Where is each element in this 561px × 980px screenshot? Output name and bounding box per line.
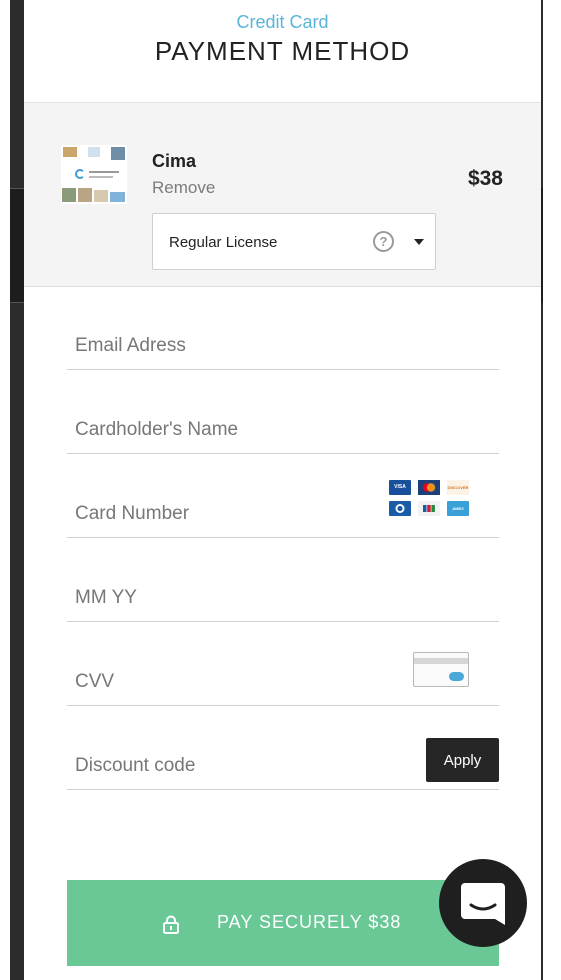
- jcb-card-icon: [418, 501, 440, 516]
- lock-icon: [163, 915, 179, 934]
- payment-modal: Credit Card PAYMENT METHOD Cima Remove $…: [24, 0, 541, 980]
- chevron-down-icon: [414, 239, 424, 245]
- pay-button-label: PAY SECURELY $38: [217, 912, 402, 932]
- remove-link[interactable]: Remove: [152, 178, 215, 198]
- product-price: $38: [467, 167, 503, 190]
- page-edge-right: [543, 0, 561, 980]
- card-brand-icons: VISA DISCOVER AMEX: [389, 480, 471, 520]
- chat-icon: [461, 883, 505, 925]
- license-select[interactable]: Regular License ?: [152, 213, 436, 270]
- backdrop-left-panel: [10, 188, 24, 303]
- cardholder-field-row: [67, 370, 499, 454]
- cvv-highlight: [449, 672, 464, 681]
- expiry-field[interactable]: [75, 587, 375, 609]
- page-title: PAYMENT METHOD: [154, 36, 411, 66]
- discover-card-icon: DISCOVER: [447, 480, 469, 495]
- product-thumbnail: [61, 145, 127, 204]
- apply-discount-button[interactable]: Apply: [426, 738, 499, 782]
- cardholder-name-field[interactable]: [75, 419, 375, 441]
- chat-launcher-button[interactable]: [439, 859, 527, 947]
- pay-securely-button[interactable]: PAY SECURELY $38: [67, 880, 499, 966]
- page-edge-left: [0, 0, 10, 980]
- modal-header: Credit Card PAYMENT METHOD: [24, 0, 541, 103]
- card-number-field-row: VISA DISCOVER AMEX: [67, 454, 499, 538]
- payment-form: VISA DISCOVER AMEX: [67, 287, 499, 790]
- product-name: Cima: [152, 151, 197, 171]
- email-field[interactable]: [75, 335, 375, 357]
- cvv-card-icon: [413, 652, 469, 687]
- license-selected-value: Regular License: [169, 234, 278, 251]
- discount-code-field[interactable]: [75, 755, 375, 777]
- help-icon[interactable]: ?: [373, 231, 394, 252]
- cart-summary: Cima Remove $38 Regular License ?: [24, 103, 541, 287]
- card-number-field[interactable]: [75, 503, 375, 525]
- mastercard-card-icon: [418, 480, 440, 495]
- card-stripe: [414, 658, 468, 664]
- cvv-field[interactable]: [75, 671, 375, 693]
- visa-card-icon: VISA: [389, 480, 411, 495]
- payment-type-subtitle: Credit Card: [236, 12, 329, 32]
- diners-card-icon: [389, 501, 411, 516]
- cvv-field-row: [67, 622, 499, 706]
- backdrop-left: [10, 0, 24, 980]
- discount-field-row: Apply: [67, 706, 499, 790]
- expiry-field-row: [67, 538, 499, 622]
- email-field-row: [67, 287, 499, 370]
- amex-card-icon: AMEX: [447, 501, 469, 516]
